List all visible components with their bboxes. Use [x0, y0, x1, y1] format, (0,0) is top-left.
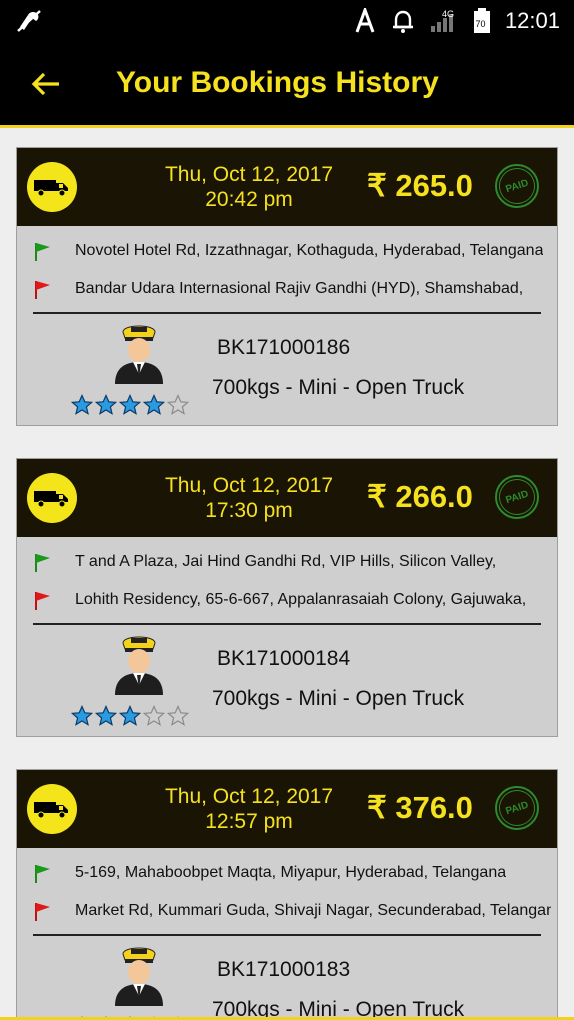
drop-address: Market Rd, Kummari Guda, Shivaji Nagar, … — [75, 902, 551, 919]
truck-icon — [27, 784, 77, 834]
paid-stamp: PAID — [494, 163, 540, 209]
drop-address-row: Lohith Residency, 65-6-667, Appalanrasai… — [31, 587, 551, 613]
paid-label: PAID — [494, 163, 540, 209]
booking-card[interactable]: Thu, Oct 12, 2017 20:42 pm ₹ 265.0 PAID … — [16, 147, 558, 426]
booking-id: BK171000183 — [217, 958, 351, 981]
booking-date: Thu, Oct 12, 2017 — [164, 163, 334, 186]
booking-amount: ₹ 266.0 — [367, 479, 473, 514]
divider — [33, 934, 541, 936]
battery-icon: 70 — [473, 8, 490, 33]
drop-address-row: Bandar Udara Internasional Rajiv Gandhi … — [31, 276, 551, 302]
drop-address: Lohith Residency, 65-6-667, Appalanrasai… — [75, 591, 527, 608]
paid-label: PAID — [494, 474, 540, 520]
star-filled-icon — [95, 705, 117, 726]
booking-card-header: Thu, Oct 12, 2017 17:30 pm ₹ 266.0 PAID — [17, 459, 557, 537]
star-filled-icon — [143, 394, 165, 415]
star-filled-icon — [119, 394, 141, 415]
booking-datetime: Thu, Oct 12, 2017 17:30 pm — [147, 473, 351, 523]
app-bar: Your Bookings History — [0, 42, 574, 128]
bookings-list[interactable]: Thu, Oct 12, 2017 20:42 pm ₹ 265.0 PAID … — [0, 131, 574, 1020]
accessibility-a-icon — [355, 8, 375, 33]
star-empty-icon — [167, 705, 189, 726]
drop-address: Bandar Udara Internasional Rajiv Gandhi … — [75, 280, 524, 297]
red-flag-icon — [35, 592, 50, 610]
status-bar: 4G 70 12:01 — [0, 0, 574, 42]
driver-avatar-icon — [115, 947, 163, 1006]
booking-date: Thu, Oct 12, 2017 — [164, 474, 334, 497]
drop-address-row: Market Rd, Kummari Guda, Shivaji Nagar, … — [31, 898, 551, 924]
back-button[interactable] — [28, 64, 64, 104]
green-flag-icon — [35, 243, 50, 261]
red-flag-icon — [35, 903, 50, 921]
pickup-address: Novotel Hotel Rd, Izzathnagar, Kothaguda… — [75, 242, 544, 259]
paid-label: PAID — [494, 785, 540, 831]
star-empty-icon — [167, 394, 189, 415]
pickup-address-row: 5-169, Mahaboobpet Maqta, Miyapur, Hyder… — [31, 860, 551, 886]
vehicle-type: 700kgs - Mini - Open Truck — [212, 687, 465, 710]
paid-stamp: PAID — [494, 474, 540, 520]
svg-text:70: 70 — [475, 19, 485, 29]
page-title: Your Bookings History — [116, 66, 439, 99]
status-time: 12:01 — [504, 8, 560, 33]
star-filled-icon — [119, 705, 141, 726]
alarm-bell-icon — [392, 10, 413, 33]
vehicle-type: 700kgs - Mini - Open Truck — [212, 376, 465, 399]
red-flag-icon — [35, 281, 50, 299]
divider — [33, 623, 541, 625]
booking-time: 17:30 pm — [205, 499, 293, 522]
green-flag-icon — [35, 865, 50, 883]
driver-avatar-icon — [115, 325, 163, 384]
booking-datetime: Thu, Oct 12, 2017 12:57 pm — [147, 784, 351, 834]
driver-rating — [71, 705, 189, 727]
booking-date: Thu, Oct 12, 2017 — [164, 785, 334, 808]
pickup-address: 5-169, Mahaboobpet Maqta, Miyapur, Hyder… — [75, 864, 507, 881]
svg-text:4G: 4G — [442, 9, 454, 19]
booking-amount: ₹ 376.0 — [367, 790, 473, 825]
pickup-address-row: Novotel Hotel Rd, Izzathnagar, Kothaguda… — [31, 238, 551, 264]
star-empty-icon — [143, 705, 165, 726]
booking-card-header: Thu, Oct 12, 2017 20:42 pm ₹ 265.0 PAID — [17, 148, 557, 226]
booking-datetime: Thu, Oct 12, 2017 20:42 pm — [147, 162, 351, 212]
booking-id: BK171000186 — [217, 336, 351, 359]
divider — [33, 312, 541, 314]
signal-4g-icon: 4G — [430, 9, 454, 32]
pickup-address: T and A Plaza, Jai Hind Gandhi Rd, VIP H… — [75, 553, 497, 570]
truck-icon — [27, 162, 77, 212]
paid-stamp: PAID — [494, 785, 540, 831]
star-filled-icon — [71, 394, 93, 415]
star-filled-icon — [71, 705, 93, 726]
booking-id: BK171000184 — [217, 647, 351, 670]
booking-card-header: Thu, Oct 12, 2017 12:57 pm ₹ 376.0 PAID — [17, 770, 557, 848]
booking-card[interactable]: Thu, Oct 12, 2017 12:57 pm ₹ 376.0 PAID … — [16, 769, 558, 1020]
booking-amount: ₹ 265.0 — [367, 168, 473, 203]
booking-time: 20:42 pm — [205, 188, 293, 211]
arrow-left-icon — [31, 72, 59, 96]
booking-card[interactable]: Thu, Oct 12, 2017 17:30 pm ₹ 266.0 PAID … — [16, 458, 558, 737]
no-location-icon — [17, 10, 41, 32]
driver-rating — [71, 394, 189, 416]
truck-icon — [27, 473, 77, 523]
star-filled-icon — [95, 394, 117, 415]
green-flag-icon — [35, 554, 50, 572]
driver-avatar-icon — [115, 636, 163, 695]
pickup-address-row: T and A Plaza, Jai Hind Gandhi Rd, VIP H… — [31, 549, 551, 575]
booking-time: 12:57 pm — [205, 810, 293, 833]
